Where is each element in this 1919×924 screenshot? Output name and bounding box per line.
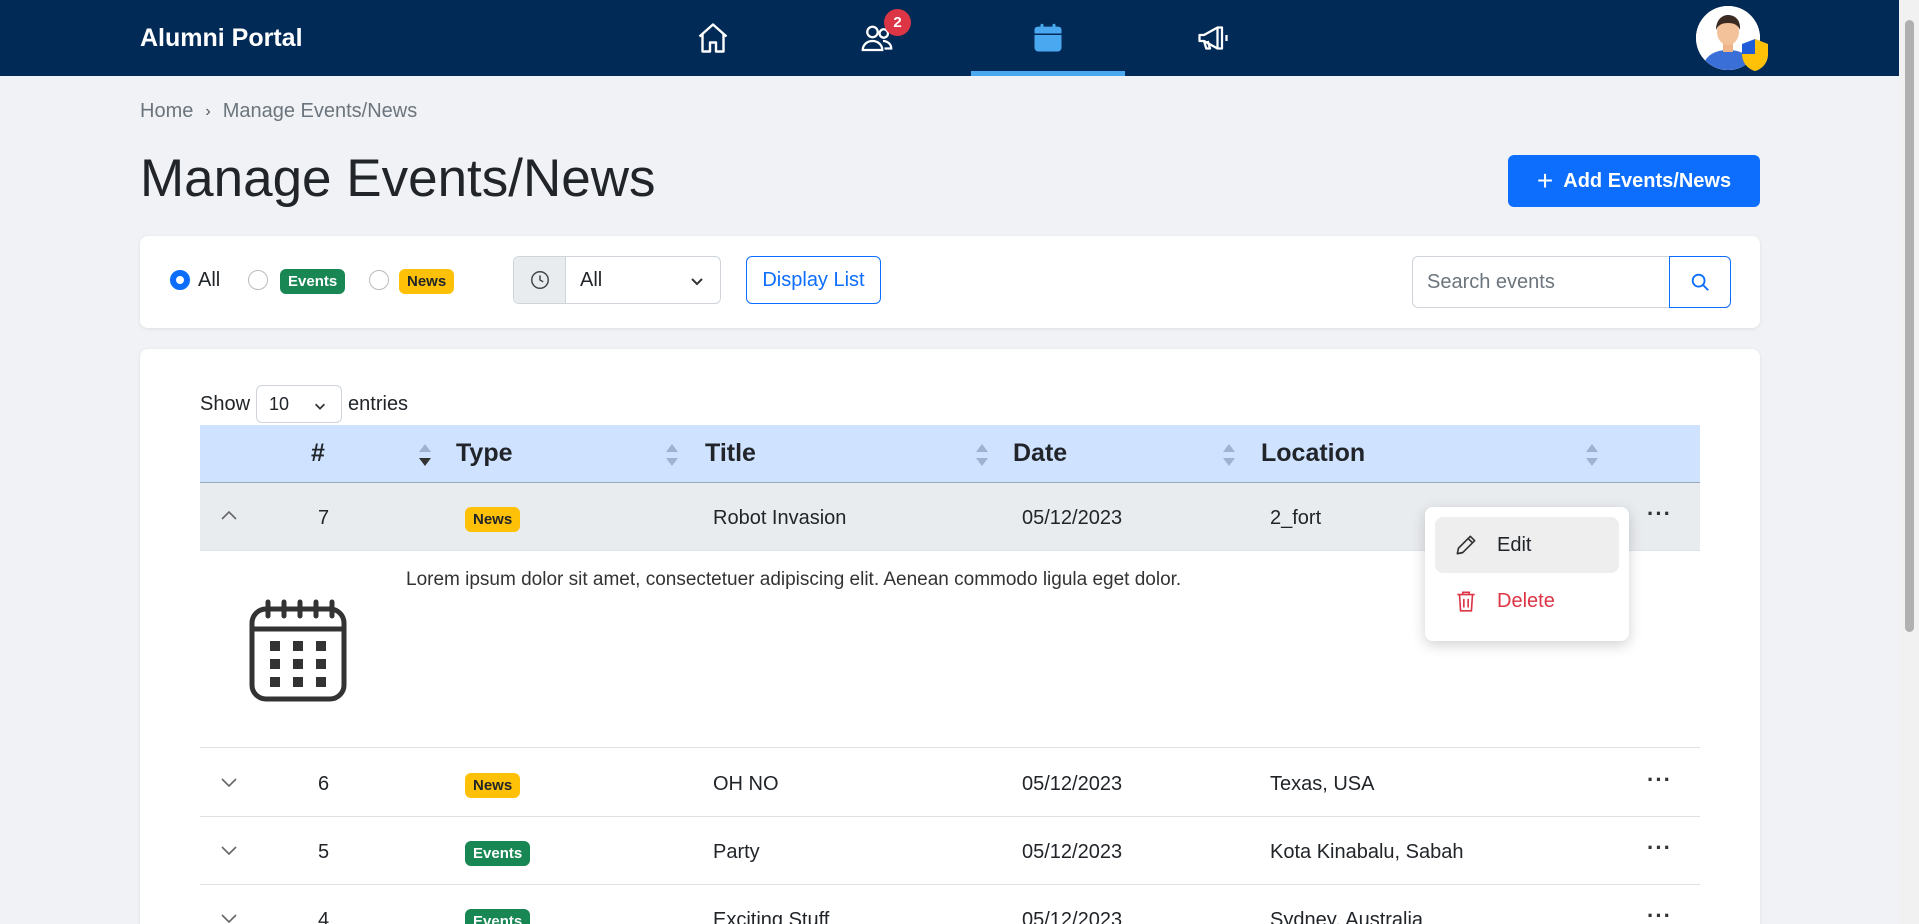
brand-title[interactable]: Alumni Portal bbox=[140, 24, 303, 53]
chevron-down-icon[interactable] bbox=[220, 777, 238, 789]
header-type[interactable]: Type bbox=[456, 439, 513, 468]
menu-item-delete[interactable]: Delete bbox=[1435, 573, 1619, 629]
calendar-icon bbox=[1034, 23, 1062, 52]
chevron-up-icon[interactable] bbox=[220, 509, 238, 521]
entries-value: 10 bbox=[269, 393, 290, 414]
search-button[interactable] bbox=[1669, 256, 1731, 308]
header-num[interactable]: # bbox=[311, 439, 325, 468]
breadcrumb: Home › Manage Events/News bbox=[140, 100, 417, 123]
cell-location: Kota Kinabalu, Sabah bbox=[1270, 841, 1464, 863]
clock-icon bbox=[514, 257, 566, 303]
notification-badge: 2 bbox=[884, 9, 911, 36]
table-row[interactable]: 6 News OH NO 05/12/2023 Texas, USA ··· bbox=[200, 749, 1700, 817]
cell-title: Party bbox=[713, 841, 760, 863]
search-icon bbox=[1691, 273, 1709, 291]
time-filter-select[interactable]: All bbox=[513, 256, 721, 304]
events-badge[interactable]: Events bbox=[280, 269, 346, 294]
nav-events[interactable] bbox=[971, 0, 1125, 76]
nav-announcements[interactable] bbox=[1136, 0, 1290, 76]
type-badge-events: Events bbox=[465, 909, 531, 924]
more-options-icon[interactable]: ··· bbox=[1647, 835, 1672, 861]
calendar-icon bbox=[249, 599, 347, 702]
radio-news[interactable] bbox=[369, 270, 389, 290]
radio-all-label[interactable]: All bbox=[198, 269, 220, 292]
radio-all[interactable] bbox=[170, 270, 190, 290]
chevron-down-icon bbox=[691, 278, 703, 286]
type-badge-news: News bbox=[465, 507, 521, 532]
chevron-down-icon bbox=[315, 403, 326, 410]
cell-date: 05/12/2023 bbox=[1022, 909, 1123, 924]
sort-icon[interactable] bbox=[1585, 442, 1599, 468]
top-navbar: Alumni Portal 2 bbox=[0, 0, 1899, 76]
nav-home[interactable] bbox=[636, 0, 790, 76]
menu-item-edit[interactable]: Edit bbox=[1435, 517, 1619, 573]
breadcrumb-home[interactable]: Home bbox=[140, 100, 193, 123]
plus-icon: + bbox=[1536, 165, 1554, 196]
cell-title: OH NO bbox=[713, 773, 779, 795]
add-button-label: Add Events/News bbox=[1563, 169, 1732, 192]
home-icon bbox=[698, 23, 728, 53]
sort-icon[interactable] bbox=[975, 442, 989, 468]
show-entries-control: Show 10 entries bbox=[200, 385, 408, 423]
cell-location: Sydney, Australia bbox=[1270, 909, 1424, 924]
more-options-icon[interactable]: ··· bbox=[1647, 903, 1672, 924]
admin-shield-icon bbox=[1742, 39, 1768, 71]
menu-item-edit-label: Edit bbox=[1497, 533, 1532, 556]
header-title[interactable]: Title bbox=[705, 439, 756, 468]
megaphone-icon bbox=[1198, 26, 1228, 50]
type-badge-news: News bbox=[465, 773, 521, 798]
cell-num: 5 bbox=[318, 841, 330, 863]
table-row[interactable]: 4 Events Exciting Stuff 05/12/2023 Sydne… bbox=[200, 885, 1700, 924]
chevron-right-icon: › bbox=[205, 102, 211, 120]
chevron-down-icon[interactable] bbox=[220, 845, 238, 857]
show-label: Show bbox=[200, 392, 251, 415]
menu-item-delete-label: Delete bbox=[1497, 589, 1555, 612]
entries-label: entries bbox=[348, 392, 409, 415]
chevron-down-icon[interactable] bbox=[220, 913, 238, 924]
breadcrumb-current: Manage Events/News bbox=[222, 100, 418, 122]
add-events-news-button[interactable]: + Add Events/News bbox=[1508, 155, 1760, 207]
more-options-icon[interactable]: ··· bbox=[1647, 501, 1672, 527]
time-filter-value: All bbox=[580, 269, 603, 291]
cell-location: Texas, USA bbox=[1270, 773, 1375, 795]
sort-icon[interactable] bbox=[1222, 442, 1236, 468]
cell-title: Exciting Stuff bbox=[713, 909, 830, 924]
news-badge[interactable]: News bbox=[399, 269, 455, 294]
entries-select[interactable]: 10 bbox=[256, 385, 343, 423]
table-header: # Type Title Date Location bbox=[200, 425, 1700, 483]
cell-num: 4 bbox=[318, 909, 330, 924]
filter-card: All Events News All Display List bbox=[140, 236, 1760, 328]
radio-events[interactable] bbox=[248, 270, 268, 290]
pencil-icon bbox=[1456, 535, 1476, 555]
table-row[interactable]: 5 Events Party 05/12/2023 Kota Kinabalu,… bbox=[200, 817, 1700, 885]
cell-title: Robot Invasion bbox=[713, 507, 847, 529]
trash-icon bbox=[1457, 591, 1475, 612]
display-list-button[interactable]: Display List bbox=[746, 256, 881, 304]
sort-icon[interactable] bbox=[665, 442, 679, 468]
header-location[interactable]: Location bbox=[1261, 439, 1365, 468]
cell-location: 2_fort bbox=[1270, 507, 1322, 529]
cell-date: 05/12/2023 bbox=[1022, 841, 1123, 863]
row-detail-description: Lorem ipsum dolor sit amet, consectetuer… bbox=[406, 569, 1182, 590]
sort-desc-icon[interactable] bbox=[418, 442, 432, 468]
nav-alumni[interactable]: 2 bbox=[800, 0, 954, 76]
more-options-icon[interactable]: ··· bbox=[1647, 767, 1672, 793]
header-date[interactable]: Date bbox=[1013, 439, 1067, 468]
search-input[interactable] bbox=[1412, 256, 1670, 308]
cell-num: 6 bbox=[318, 773, 330, 795]
scrollbar-thumb[interactable] bbox=[1905, 20, 1914, 632]
row-actions-menu: Edit Delete bbox=[1425, 507, 1629, 641]
cell-date: 05/12/2023 bbox=[1022, 773, 1123, 795]
cell-date: 05/12/2023 bbox=[1022, 507, 1123, 529]
cell-num: 7 bbox=[318, 507, 330, 529]
type-badge-events: Events bbox=[465, 841, 531, 866]
page-title: Manage Events/News bbox=[140, 149, 656, 208]
